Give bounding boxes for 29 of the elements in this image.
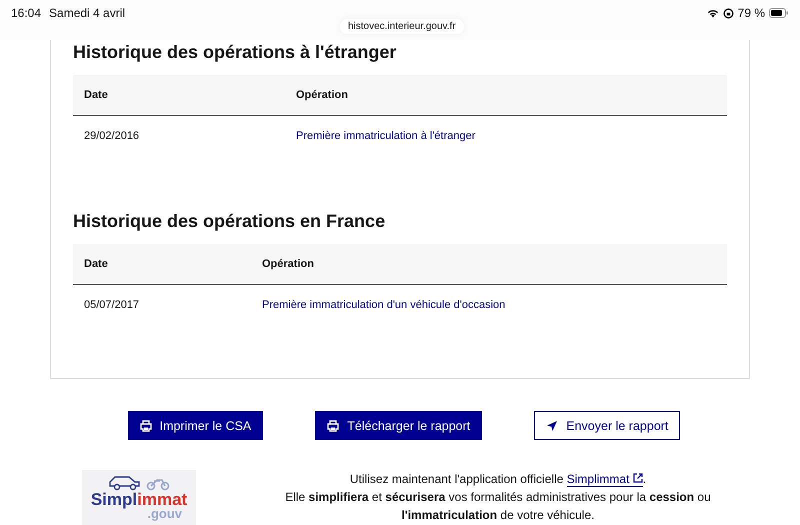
date: Samedi 4 avril [49, 6, 126, 20]
table-cell: 29/02/2016 [73, 116, 285, 156]
table-cell: 05/07/2017 [73, 284, 251, 325]
battery-icon [769, 8, 789, 18]
clock: 16:04 [11, 6, 42, 20]
column-header: Date [73, 244, 251, 284]
column-header: Opération [251, 244, 727, 284]
battery-percent: 79 % [738, 6, 765, 20]
external-link-icon [632, 473, 643, 483]
rotation-lock-icon [722, 8, 734, 18]
simplimmat-link[interactable]: Simplimmat [566, 472, 643, 487]
wifi-icon [706, 8, 719, 18]
column-header: Opération [285, 75, 727, 116]
printer-icon [327, 420, 340, 432]
action-button[interactable]: Télécharger le rapport [315, 411, 482, 440]
section-title: Historique des opérations en France [73, 211, 386, 232]
operation-link[interactable]: Première immatriculation d'un véhicule d'occasion [262, 299, 506, 311]
operation-link[interactable]: Première immatriculation à l'étranger [296, 130, 476, 142]
promo-text: Elle simplifiera et sécurisera vos formalités administratives pour la cession ou l'immatriculation de votre véhicule. [284, 489, 712, 524]
app-logo: Simplimmat .gouv [82, 470, 196, 525]
column-header: Date [73, 75, 285, 116]
section-title: Historique des opérations à l'étranger [73, 42, 398, 63]
action-button[interactable]: Imprimer le CSA [128, 411, 264, 440]
url-bar[interactable]: histovec.interieur.gouv.fr [340, 19, 464, 34]
car-motorbike-icon [107, 474, 171, 491]
action-button[interactable]: Envoyer le rapport [534, 411, 680, 440]
send-icon [546, 420, 558, 432]
printer-icon [140, 420, 152, 432]
promo-intro: Utilisez maintenant l'application officielle Simplimmat . [348, 471, 648, 488]
